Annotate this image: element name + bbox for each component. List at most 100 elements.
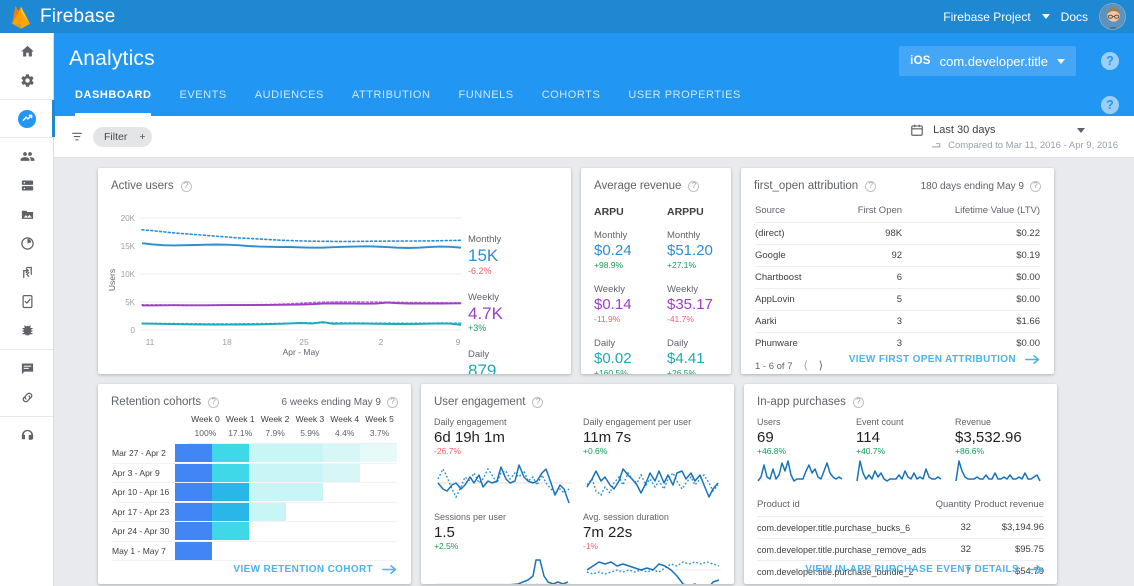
retention-cell[interactable] bbox=[175, 464, 212, 482]
tab-events[interactable]: EVENTS bbox=[165, 85, 240, 116]
help-circle-icon[interactable]: ? bbox=[865, 181, 876, 192]
sidebar-item-settings[interactable] bbox=[0, 66, 54, 95]
retention-cell[interactable] bbox=[249, 503, 286, 521]
view-retention-cohort-link[interactable]: VIEW RETENTION COHORT bbox=[233, 564, 397, 575]
retention-cell[interactable] bbox=[175, 483, 212, 501]
sidebar-item-test-lab[interactable] bbox=[0, 287, 54, 316]
table-row[interactable]: com.developer.title.purchase_bucks_632$3… bbox=[757, 517, 1044, 539]
retention-cell[interactable] bbox=[360, 483, 397, 501]
table-row[interactable]: Phunware3$0.00 bbox=[755, 333, 1040, 355]
view-in-app-purchase-details-link[interactable]: VIEW IN-APP PURCHASE EVENT DETAILS bbox=[805, 564, 1043, 575]
sidebar-item-crash-reporting[interactable] bbox=[0, 316, 54, 345]
cohort-cells bbox=[175, 483, 397, 501]
sidebar-item-storage[interactable] bbox=[0, 200, 54, 229]
retention-cell[interactable] bbox=[360, 542, 397, 560]
tab-attribution[interactable]: ATTRIBUTION bbox=[338, 85, 445, 116]
retention-cell[interactable] bbox=[212, 444, 249, 462]
sidebar-item-notifications[interactable] bbox=[0, 354, 54, 383]
docs-link[interactable]: Docs bbox=[1061, 10, 1088, 24]
view-first-open-attribution-link[interactable]: VIEW FIRST OPEN ATTRIBUTION bbox=[849, 354, 1040, 365]
help-circle-icon-note[interactable]: ? bbox=[387, 397, 398, 408]
cell-first-open: 98K bbox=[830, 223, 902, 245]
help-circle-icon[interactable]: ? bbox=[532, 397, 543, 408]
retention-cell[interactable] bbox=[286, 483, 323, 501]
project-selector-label[interactable]: Firebase Project bbox=[943, 10, 1030, 24]
retention-cell[interactable] bbox=[286, 444, 323, 462]
retention-cell[interactable] bbox=[286, 464, 323, 482]
retention-cell[interactable] bbox=[360, 444, 397, 462]
retention-cell[interactable] bbox=[249, 542, 286, 560]
table-row[interactable]: Google92$0.19 bbox=[755, 245, 1040, 267]
tab-funnels[interactable]: FUNNELS bbox=[444, 85, 527, 116]
retention-cell[interactable] bbox=[175, 444, 212, 462]
retention-cell[interactable] bbox=[360, 503, 397, 521]
retention-cell[interactable] bbox=[212, 542, 249, 560]
retention-cell[interactable] bbox=[286, 542, 323, 560]
app-selector[interactable]: iOS com.developer.title bbox=[899, 46, 1076, 76]
retention-cell[interactable] bbox=[323, 444, 360, 462]
date-range-selector[interactable]: Last 30 days Compared to Mar 11, 2016 - … bbox=[910, 123, 1118, 151]
help-circle-icon-note[interactable]: ? bbox=[1030, 181, 1041, 192]
sidebar-item-remote-config[interactable] bbox=[0, 258, 54, 287]
retention-cell[interactable] bbox=[323, 522, 360, 540]
help-circle-icon[interactable]: ? bbox=[208, 397, 219, 408]
add-filter-chip[interactable]: Filter + bbox=[93, 127, 152, 147]
sidebar-item-dynamic-links[interactable] bbox=[0, 383, 54, 412]
retention-cell[interactable] bbox=[323, 542, 360, 560]
help-circle-icon[interactable]: ? bbox=[853, 397, 864, 408]
table-row[interactable]: AppLovin5$0.00 bbox=[755, 289, 1040, 311]
sidebar-item-home[interactable] bbox=[0, 37, 54, 66]
sidebar-item-analytics[interactable] bbox=[0, 104, 54, 133]
retention-cell[interactable] bbox=[286, 522, 323, 540]
retention-cell[interactable] bbox=[175, 522, 212, 540]
retention-cell[interactable] bbox=[360, 522, 397, 540]
retention-cell[interactable] bbox=[323, 483, 360, 501]
retention-cell[interactable] bbox=[249, 444, 286, 462]
retention-cell[interactable] bbox=[249, 464, 286, 482]
table-row[interactable]: (direct)98K$0.22 bbox=[755, 223, 1040, 245]
sidebar-item-admob[interactable] bbox=[0, 421, 54, 450]
view-link-label: VIEW IN-APP PURCHASE EVENT DETAILS bbox=[805, 564, 1019, 575]
help-circle-icon[interactable]: ? bbox=[181, 181, 192, 192]
retention-cell[interactable] bbox=[323, 503, 360, 521]
sidebar-item-database[interactable] bbox=[0, 171, 54, 200]
metric-label: Daily engagement bbox=[434, 417, 574, 427]
chevron-down-icon[interactable] bbox=[1042, 14, 1050, 19]
retention-cell[interactable] bbox=[175, 542, 212, 560]
retention-cell[interactable] bbox=[212, 483, 249, 501]
table-row[interactable]: Aarki3$1.66 bbox=[755, 311, 1040, 333]
tab-audiences[interactable]: AUDIENCES bbox=[241, 85, 338, 116]
retention-cell[interactable] bbox=[249, 522, 286, 540]
tab-user-properties[interactable]: USER PROPERTIES bbox=[614, 85, 755, 116]
help-circle-icon[interactable]: ? bbox=[688, 181, 699, 192]
tab-dashboard[interactable]: DASHBOARD bbox=[69, 85, 165, 116]
chevron-left-icon[interactable]: ⟨ bbox=[804, 361, 808, 372]
firebase-home-link[interactable]: Firebase bbox=[10, 4, 116, 30]
th-quantity: Quantity bbox=[934, 494, 971, 517]
retention-cell[interactable] bbox=[360, 464, 397, 482]
help-circle-icon-tabs[interactable]: ? bbox=[1101, 96, 1119, 114]
retention-cell[interactable] bbox=[175, 503, 212, 521]
retention-cell[interactable] bbox=[323, 464, 360, 482]
arrow-right-icon bbox=[382, 564, 397, 575]
avatar[interactable] bbox=[1099, 3, 1126, 30]
filter-list-icon[interactable] bbox=[70, 130, 84, 148]
svg-text:15K: 15K bbox=[121, 242, 136, 251]
retention-cell[interactable] bbox=[286, 503, 323, 521]
card-user-engagement: User engagement ? Daily engagement 6d 19… bbox=[421, 384, 734, 584]
sidebar-item-authentication[interactable] bbox=[0, 142, 54, 171]
compare-arrow-icon bbox=[931, 141, 942, 150]
table-row[interactable]: com.developer.title.purchase_remove_ads3… bbox=[757, 539, 1044, 561]
chevron-right-icon[interactable]: ⟩ bbox=[819, 361, 823, 372]
retention-cell[interactable] bbox=[212, 522, 249, 540]
metric-label: Sessions per user bbox=[434, 512, 574, 522]
revenue-column-arpu: ARPU Monthly $0.24 +98.9% Weekly $0.14 -… bbox=[594, 206, 651, 374]
sidebar-item-hosting[interactable] bbox=[0, 229, 54, 258]
help-circle-icon-header[interactable]: ? bbox=[1101, 52, 1119, 70]
retention-cell[interactable] bbox=[249, 483, 286, 501]
retention-cell[interactable] bbox=[212, 503, 249, 521]
retention-cell[interactable] bbox=[212, 464, 249, 482]
tab-cohorts[interactable]: COHORTS bbox=[528, 85, 615, 116]
metric-delta: +40.7% bbox=[856, 446, 945, 456]
table-row[interactable]: Chartboost6$0.00 bbox=[755, 267, 1040, 289]
